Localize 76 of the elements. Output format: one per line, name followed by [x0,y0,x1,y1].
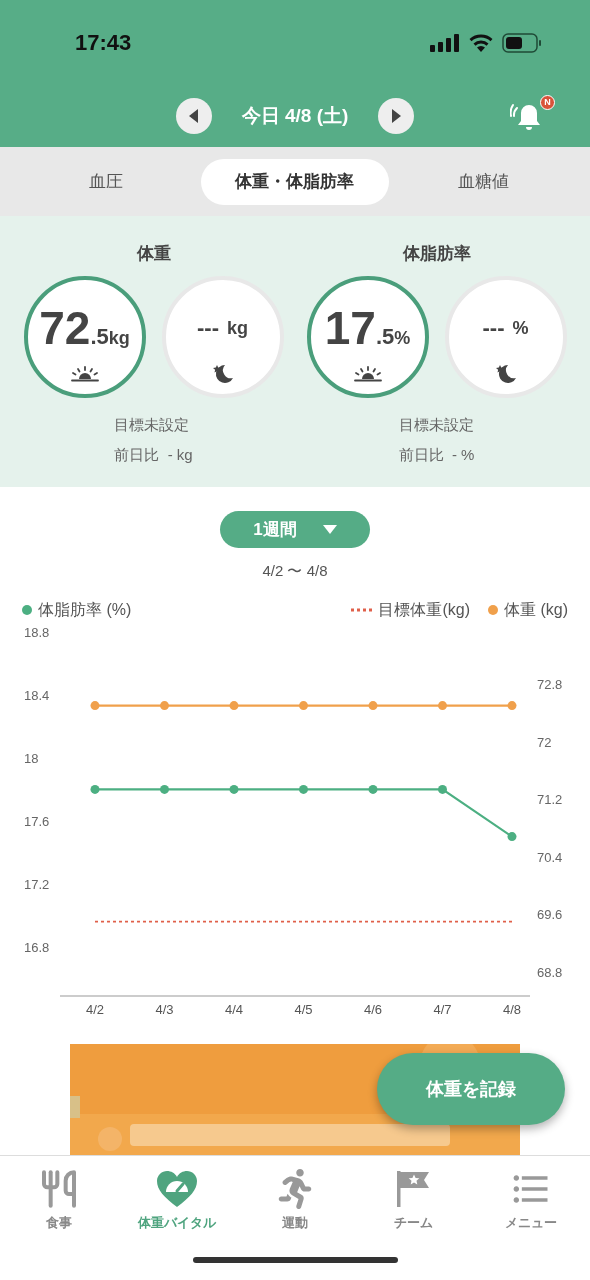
sunrise-icon [352,366,383,382]
data-point [438,701,447,711]
category-tab[interactable]: 血糖値 [389,158,578,205]
data-point [90,701,100,711]
axis-tick-label: 4/2 [85,1002,105,1017]
day-change-text: 前日比 - % [398,445,475,465]
axis-tick-label: 4/6 [363,1002,383,1017]
day-change-text: 前日比 - kg [114,445,193,465]
battery-icon [502,32,542,53]
record-weight-button[interactable]: 体重を記録 [377,1053,565,1125]
axis-tick-label: 4/4 [224,1002,244,1017]
reading-value: --- % [482,314,529,342]
legend-label: 体重 (kg) [504,600,568,620]
reading-value: 17.5% [324,305,411,351]
signal-icon [430,33,460,52]
data-point [160,701,169,711]
axis-tick-label: 18.8 [24,625,50,640]
metric-title: 体脂肪率 [402,243,471,265]
data-point [438,784,447,794]
legend-label: 目標体重(kg) [378,600,470,620]
current-date: 今日 4/8 (土) [241,103,349,128]
previous-day-button[interactable] [175,98,212,134]
reading-value: --- kg [197,314,248,342]
moon-star-icon [494,363,517,385]
data-point [90,784,100,794]
metric-title: 体重 [136,243,171,265]
category-tab[interactable]: 体重・体脂肪率 [200,158,390,205]
data-point [229,784,239,794]
bottom-nav-tab[interactable]: 運動 [236,1163,354,1233]
caret-icon [322,525,337,534]
category-tab[interactable]: 血圧 [12,158,201,205]
axis-tick-label: 68.8 [537,965,563,980]
period-dropdown[interactable]: 1週間 [220,511,370,548]
axis-tick-label: 18 [24,750,39,766]
bottom-nav-tab[interactable]: 食事 [0,1163,118,1233]
goal-text: 目標未設定 [114,415,190,435]
axis-tick-label: 71.2 [537,792,563,808]
date-range: 4/2 〜 4/8 [262,561,328,581]
legend-label: 体脂肪率 (%) [38,600,132,620]
right-triangle-icon [391,109,402,123]
data-point [368,784,378,794]
axis-tick-label: 72.8 [537,677,563,692]
notification-badge: N [540,95,555,110]
bottom-nav-tab[interactable]: メニュー [472,1163,590,1233]
data-point [507,701,517,711]
axis-tick-label: 4/5 [294,1002,313,1017]
axis-tick-label: 72 [537,734,552,750]
data-point [368,701,378,711]
notification-button[interactable]: N [510,95,554,135]
moon-star-icon [211,363,234,385]
data-point [299,701,308,711]
axis-tick-label: 69.6 [537,907,563,923]
status-time: 17:43 [75,29,132,57]
axis-tick-label: 4/3 [155,1002,174,1017]
bottom-nav-tab[interactable]: チーム [354,1163,472,1233]
data-point [160,784,169,794]
star-flag-icon [395,1169,431,1210]
axis-tick-label: 70.4 [537,849,563,865]
goal-text: 目標未設定 [398,415,474,435]
heart-gauge-icon [156,1170,198,1209]
axis-tick-label: 4/8 [502,1002,522,1017]
axis-tick-label: 17.6 [24,813,50,829]
fork-knife-icon [39,1169,79,1210]
axis-tick-label: 4/7 [433,1002,452,1017]
data-point [507,832,517,842]
reading-value: 72.5kg [39,305,130,351]
data-point [299,784,308,794]
sunrise-icon [69,366,100,382]
axis-tick-label: 18.4 [24,687,50,703]
data-point [229,701,239,711]
next-day-button[interactable] [378,98,415,134]
axis-tick-label: 17.2 [24,876,50,892]
axis-tick-label: 16.8 [24,939,50,955]
bottom-nav-tab[interactable]: 体重バイタル [118,1163,236,1233]
left-triangle-icon [188,109,199,123]
wifi-icon [468,33,494,52]
